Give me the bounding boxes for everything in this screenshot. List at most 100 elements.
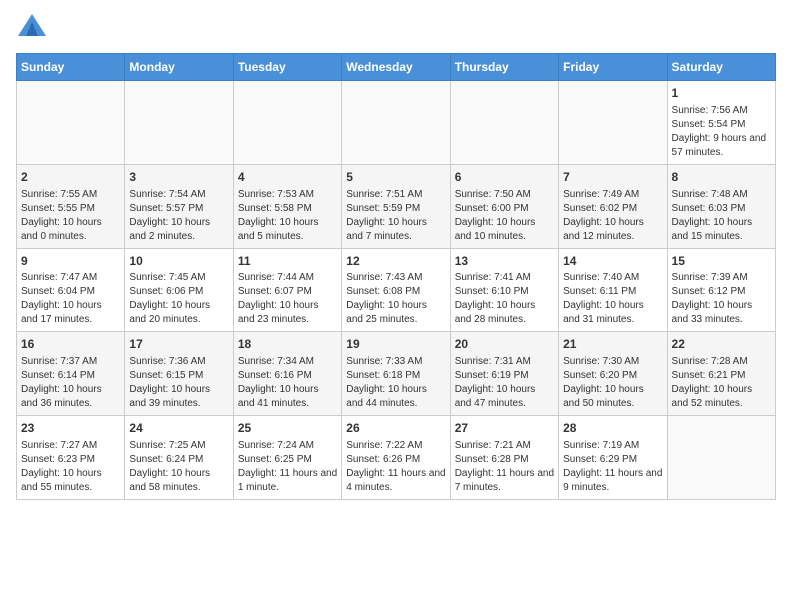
calendar-cell: 8 Sunrise: 7:48 AM Sunset: 6:03 PM Daylig… — [667, 164, 775, 248]
day-info: Sunrise: 7:22 AM Sunset: 6:26 PM Dayligh… — [346, 439, 445, 495]
calendar-body: 1 Sunrise: 7:56 AM Sunset: 5:54 PM Daylig… — [17, 81, 776, 500]
calendar-cell: 11Sunrise: 7:44 AM Sunset: 6:07 PM Dayli… — [233, 248, 341, 332]
calendar-cell: 20 Sunrise: 7:31 AM Sunset: 6:19 PM Dayli… — [450, 332, 558, 416]
header-cell-saturday: Saturday — [667, 54, 775, 81]
day-info: Sunrise: 7:25 AM Sunset: 6:24 PM Dayligh… — [129, 439, 228, 495]
day-number: 9 — [21, 253, 120, 270]
calendar-cell: 25 Sunrise: 7:24 AM Sunset: 6:25 PM Dayli… — [233, 416, 341, 500]
day-info: Sunrise: 7:36 AM Sunset: 6:15 PM Dayligh… — [129, 355, 228, 411]
day-number: 16 — [21, 336, 120, 353]
calendar-cell — [125, 81, 233, 165]
day-number: 27 — [455, 420, 554, 437]
calendar-cell — [342, 81, 450, 165]
calendar-cell: 28 Sunrise: 7:19 AM Sunset: 6:29 PM Dayli… — [559, 416, 667, 500]
day-info: Sunrise: 7:48 AM Sunset: 6:03 PM Dayligh… — [672, 188, 771, 244]
day-number: 20 — [455, 336, 554, 353]
calendar-week-5: 23 Sunrise: 7:27 AM Sunset: 6:23 PM Dayli… — [17, 416, 776, 500]
day-number: 11 — [238, 253, 337, 270]
day-info: Sunrise: 7:30 AM Sunset: 6:20 PM Dayligh… — [563, 355, 662, 411]
day-number: 12 — [346, 253, 445, 270]
day-info: Sunrise: 7:40 AM Sunset: 6:11 PM Dayligh… — [563, 271, 662, 327]
calendar-cell — [559, 81, 667, 165]
day-info: Sunrise: 7:19 AM Sunset: 6:29 PM Dayligh… — [563, 439, 662, 495]
calendar-cell: 22 Sunrise: 7:28 AM Sunset: 6:21 PM Dayli… — [667, 332, 775, 416]
calendar-cell: 17 Sunrise: 7:36 AM Sunset: 6:15 PM Dayli… — [125, 332, 233, 416]
day-number: 22 — [672, 336, 771, 353]
calendar-cell: 12Sunrise: 7:43 AM Sunset: 6:08 PM Dayli… — [342, 248, 450, 332]
calendar-week-2: 2 Sunrise: 7:55 AM Sunset: 5:55 PM Daylig… — [17, 164, 776, 248]
calendar-cell: 6 Sunrise: 7:50 AM Sunset: 6:00 PM Daylig… — [450, 164, 558, 248]
day-info: Sunrise: 7:51 AM Sunset: 5:59 PM Dayligh… — [346, 188, 445, 244]
calendar-table: SundayMondayTuesdayWednesdayThursdayFrid… — [16, 53, 776, 500]
calendar-week-1: 1 Sunrise: 7:56 AM Sunset: 5:54 PM Daylig… — [17, 81, 776, 165]
day-number: 6 — [455, 169, 554, 186]
day-info: Sunrise: 7:55 AM Sunset: 5:55 PM Dayligh… — [21, 188, 120, 244]
calendar-header: SundayMondayTuesdayWednesdayThursdayFrid… — [17, 54, 776, 81]
calendar-cell: 1 Sunrise: 7:56 AM Sunset: 5:54 PM Daylig… — [667, 81, 775, 165]
calendar-cell: 9Sunrise: 7:47 AM Sunset: 6:04 PM Daylig… — [17, 248, 125, 332]
day-info: Sunrise: 7:21 AM Sunset: 6:28 PM Dayligh… — [455, 439, 554, 495]
calendar-cell: 23 Sunrise: 7:27 AM Sunset: 6:23 PM Dayli… — [17, 416, 125, 500]
header-cell-thursday: Thursday — [450, 54, 558, 81]
day-number: 8 — [672, 169, 771, 186]
calendar-cell: 4 Sunrise: 7:53 AM Sunset: 5:58 PM Daylig… — [233, 164, 341, 248]
day-info: Sunrise: 7:45 AM Sunset: 6:06 PM Dayligh… — [129, 271, 228, 327]
logo-icon — [18, 14, 46, 36]
day-info: Sunrise: 7:54 AM Sunset: 5:57 PM Dayligh… — [129, 188, 228, 244]
day-number: 23 — [21, 420, 120, 437]
day-number: 21 — [563, 336, 662, 353]
day-info: Sunrise: 7:39 AM Sunset: 6:12 PM Dayligh… — [672, 271, 771, 327]
day-number: 14 — [563, 253, 662, 270]
calendar-cell: 7 Sunrise: 7:49 AM Sunset: 6:02 PM Daylig… — [559, 164, 667, 248]
header-cell-tuesday: Tuesday — [233, 54, 341, 81]
calendar-cell — [450, 81, 558, 165]
day-info: Sunrise: 7:41 AM Sunset: 6:10 PM Dayligh… — [455, 271, 554, 327]
calendar-cell — [17, 81, 125, 165]
calendar-cell: 14Sunrise: 7:40 AM Sunset: 6:11 PM Dayli… — [559, 248, 667, 332]
page-header — [16, 16, 776, 41]
calendar-cell: 2 Sunrise: 7:55 AM Sunset: 5:55 PM Daylig… — [17, 164, 125, 248]
day-info: Sunrise: 7:43 AM Sunset: 6:08 PM Dayligh… — [346, 271, 445, 327]
calendar-cell: 18Sunrise: 7:34 AM Sunset: 6:16 PM Dayli… — [233, 332, 341, 416]
day-info: Sunrise: 7:27 AM Sunset: 6:23 PM Dayligh… — [21, 439, 120, 495]
day-info: Sunrise: 7:56 AM Sunset: 5:54 PM Dayligh… — [672, 104, 771, 160]
calendar-cell: 26Sunrise: 7:22 AM Sunset: 6:26 PM Dayli… — [342, 416, 450, 500]
day-info: Sunrise: 7:24 AM Sunset: 6:25 PM Dayligh… — [238, 439, 337, 495]
day-number: 25 — [238, 420, 337, 437]
day-number: 28 — [563, 420, 662, 437]
day-number: 2 — [21, 169, 120, 186]
calendar-cell: 27 Sunrise: 7:21 AM Sunset: 6:28 PM Dayli… — [450, 416, 558, 500]
day-number: 17 — [129, 336, 228, 353]
day-info: Sunrise: 7:37 AM Sunset: 6:14 PM Dayligh… — [21, 355, 120, 411]
day-number: 1 — [672, 85, 771, 102]
calendar-cell: 16 Sunrise: 7:37 AM Sunset: 6:14 PM Dayli… — [17, 332, 125, 416]
day-number: 4 — [238, 169, 337, 186]
day-info: Sunrise: 7:53 AM Sunset: 5:58 PM Dayligh… — [238, 188, 337, 244]
day-info: Sunrise: 7:44 AM Sunset: 6:07 PM Dayligh… — [238, 271, 337, 327]
day-info: Sunrise: 7:49 AM Sunset: 6:02 PM Dayligh… — [563, 188, 662, 244]
calendar-cell: 24 Sunrise: 7:25 AM Sunset: 6:24 PM Dayli… — [125, 416, 233, 500]
calendar-cell: 15Sunrise: 7:39 AM Sunset: 6:12 PM Dayli… — [667, 248, 775, 332]
header-cell-wednesday: Wednesday — [342, 54, 450, 81]
logo — [16, 16, 46, 41]
day-number: 5 — [346, 169, 445, 186]
day-number: 3 — [129, 169, 228, 186]
day-number: 19 — [346, 336, 445, 353]
header-row: SundayMondayTuesdayWednesdayThursdayFrid… — [17, 54, 776, 81]
calendar-cell: 13Sunrise: 7:41 AM Sunset: 6:10 PM Dayli… — [450, 248, 558, 332]
calendar-cell: 10Sunrise: 7:45 AM Sunset: 6:06 PM Dayli… — [125, 248, 233, 332]
calendar-cell: 3 Sunrise: 7:54 AM Sunset: 5:57 PM Daylig… — [125, 164, 233, 248]
calendar-cell: 19Sunrise: 7:33 AM Sunset: 6:18 PM Dayli… — [342, 332, 450, 416]
calendar-cell — [667, 416, 775, 500]
day-info: Sunrise: 7:50 AM Sunset: 6:00 PM Dayligh… — [455, 188, 554, 244]
header-cell-sunday: Sunday — [17, 54, 125, 81]
logo-text — [16, 16, 46, 41]
day-info: Sunrise: 7:28 AM Sunset: 6:21 PM Dayligh… — [672, 355, 771, 411]
day-number: 10 — [129, 253, 228, 270]
day-number: 7 — [563, 169, 662, 186]
calendar-week-4: 16 Sunrise: 7:37 AM Sunset: 6:14 PM Dayli… — [17, 332, 776, 416]
day-info: Sunrise: 7:31 AM Sunset: 6:19 PM Dayligh… — [455, 355, 554, 411]
day-info: Sunrise: 7:34 AM Sunset: 6:16 PM Dayligh… — [238, 355, 337, 411]
day-number: 13 — [455, 253, 554, 270]
day-number: 24 — [129, 420, 228, 437]
